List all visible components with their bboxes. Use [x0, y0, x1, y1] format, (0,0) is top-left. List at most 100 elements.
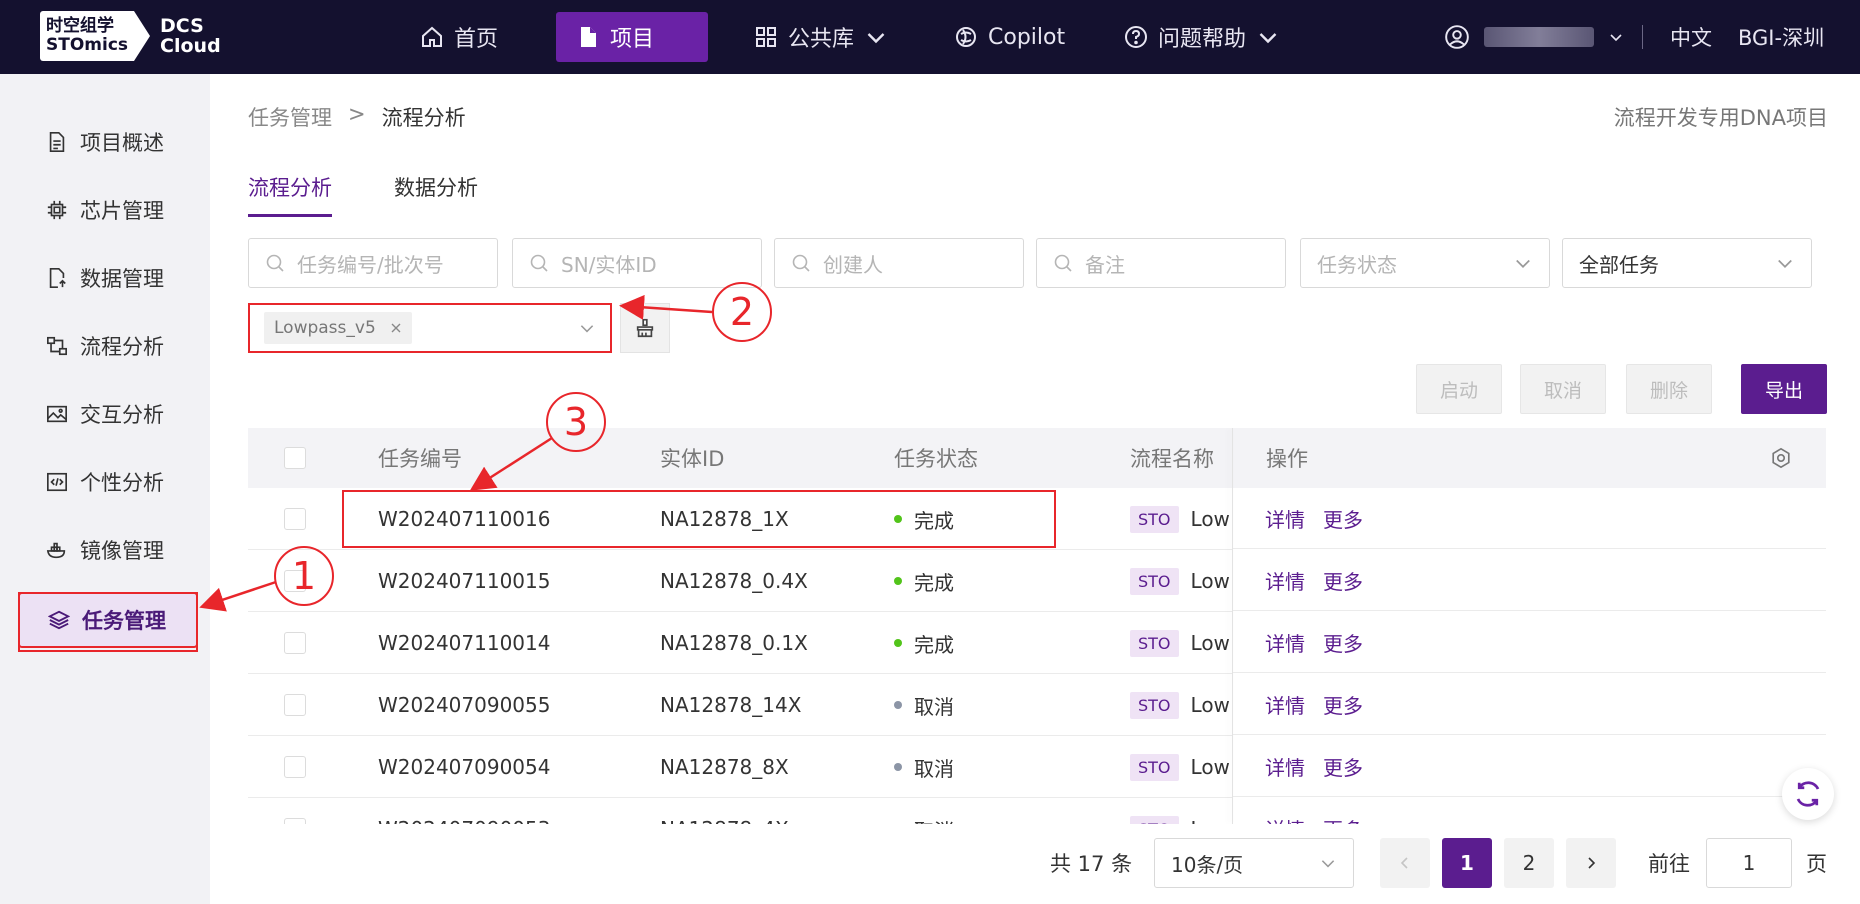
- nav-project[interactable]: 项目: [556, 12, 708, 62]
- more-link[interactable]: 更多: [1323, 628, 1363, 657]
- tab-pipeline-analysis[interactable]: 流程分析: [248, 172, 332, 217]
- file-icon: [581, 27, 596, 47]
- goto-page-input[interactable]: 1: [1706, 838, 1792, 888]
- more-link[interactable]: 更多: [1323, 566, 1363, 595]
- page-2-button[interactable]: 2: [1504, 838, 1554, 888]
- breadcrumb-parent[interactable]: 任务管理: [248, 102, 332, 132]
- task-id-cell: W202407110014: [378, 631, 551, 655]
- chevron-down-icon: [1778, 259, 1792, 268]
- detail-link[interactable]: 详情: [1265, 628, 1305, 657]
- detail-link[interactable]: 详情: [1265, 566, 1305, 595]
- page-unit: 页: [1806, 852, 1827, 876]
- detail-link[interactable]: 详情: [1265, 504, 1305, 533]
- row-checkbox[interactable]: [284, 798, 306, 824]
- sidebar-item-data[interactable]: 数据管理: [18, 250, 198, 306]
- settings-icon[interactable]: [1770, 447, 1792, 469]
- scope-value: 全部任务: [1579, 252, 1659, 277]
- user-menu[interactable]: [1444, 12, 1624, 62]
- creator-search-input[interactable]: 创建人: [774, 238, 1024, 288]
- page-size-value: 10条/页: [1171, 852, 1244, 877]
- cancel-button[interactable]: 取消: [1520, 364, 1606, 414]
- next-page-button[interactable]: [1566, 838, 1616, 888]
- nav-home-label: 首页: [454, 27, 499, 52]
- sidebar-item-images[interactable]: 镜像管理: [18, 522, 198, 578]
- task-id-cell: W202407110015: [378, 569, 551, 593]
- entity-id-cell: NA12878_4X: [660, 798, 789, 824]
- pipeline-source-tag: STO: [1130, 505, 1179, 533]
- status-select[interactable]: 任务状态: [1300, 238, 1550, 288]
- pipeline-tag-label: Lowpass_v5: [274, 318, 376, 338]
- detail-link[interactable]: 详情: [1265, 814, 1305, 825]
- more-link[interactable]: 更多: [1323, 504, 1363, 533]
- status-placeholder: 任务状态: [1317, 252, 1397, 277]
- task-id-search-input[interactable]: 任务编号/批次号: [248, 238, 498, 288]
- status-dot: [894, 577, 902, 585]
- clear-filters-button[interactable]: [620, 303, 670, 353]
- entity-id-cell: NA12878_14X: [660, 693, 802, 717]
- status-cell: 完成: [894, 612, 954, 674]
- sidebar-item-chips[interactable]: 芯片管理: [18, 182, 198, 238]
- note-search-input[interactable]: 备注: [1036, 238, 1286, 288]
- upload-file-icon: [49, 268, 66, 288]
- row-checkbox[interactable]: [284, 612, 306, 674]
- total-count: 共 17 条: [1050, 852, 1133, 876]
- logo-text-en: STOmics: [46, 35, 129, 55]
- nav-copilot[interactable]: Copilot: [934, 12, 1085, 62]
- sn-search-input[interactable]: SN/实体ID: [512, 238, 762, 288]
- sidebar-item-pipeline[interactable]: 流程分析: [18, 318, 198, 374]
- task-id-cell: W202407090054: [378, 755, 551, 779]
- close-icon[interactable]: [390, 322, 402, 334]
- broom-icon: [636, 318, 654, 338]
- chip-icon: [47, 200, 67, 220]
- pipeline-name: Low: [1190, 755, 1230, 779]
- sidebar-item-interactive[interactable]: 交互分析: [18, 386, 198, 442]
- task-table: 任务编号 实体ID 任务状态 流程名称 W202407110016 NA12878…: [248, 428, 1826, 824]
- sidebar-item-overview[interactable]: 项目概述: [18, 114, 198, 170]
- refresh-button[interactable]: [1782, 768, 1834, 820]
- delete-button[interactable]: 删除: [1626, 364, 1712, 414]
- detail-link[interactable]: 详情: [1265, 690, 1305, 719]
- nav-help[interactable]: 问题帮助: [1104, 12, 1300, 62]
- select-all-checkbox[interactable]: [284, 428, 306, 488]
- row-checkbox[interactable]: [284, 736, 306, 798]
- task-id-placeholder: 任务编号/批次号: [297, 252, 444, 277]
- nav-home[interactable]: 首页: [400, 12, 518, 62]
- page-1-button[interactable]: 1: [1442, 838, 1492, 888]
- pipeline-select[interactable]: Lowpass_v5: [248, 303, 612, 353]
- row-checkbox[interactable]: [284, 674, 306, 736]
- ops-cell: 详情更多: [1233, 488, 1826, 549]
- region-switch[interactable]: BGI-深圳: [1738, 12, 1824, 62]
- sidebar-item-label: 镜像管理: [80, 539, 164, 563]
- start-button[interactable]: 启动: [1416, 364, 1502, 414]
- export-button[interactable]: 导出: [1741, 364, 1827, 414]
- nav-library[interactable]: 公共库: [734, 12, 908, 62]
- annotation-circle-1: 1: [274, 546, 334, 606]
- user-name-redacted: [1484, 27, 1594, 47]
- ops-cell: 详情更多: [1233, 612, 1826, 673]
- scope-select[interactable]: 全部任务: [1562, 238, 1812, 288]
- pipeline-cell: STO Low: [1130, 550, 1230, 612]
- sidebar: 项目概述 芯片管理 数据管理 流程分析 交互分析 个性分析 镜像管理 任务管理: [0, 74, 210, 904]
- logo[interactable]: 时空组学 STOmics DCS Cloud: [40, 10, 221, 62]
- tab-data-analysis[interactable]: 数据分析: [394, 172, 478, 217]
- more-link[interactable]: 更多: [1323, 814, 1363, 825]
- chevron-down-icon: [867, 33, 885, 44]
- language-switch[interactable]: 中文: [1670, 12, 1712, 62]
- breadcrumb-current: 流程分析: [381, 106, 466, 130]
- status-cell: 完成: [894, 550, 954, 612]
- row-checkbox[interactable]: [284, 488, 306, 550]
- pipeline-cell: STO Low: [1130, 612, 1230, 674]
- more-link[interactable]: 更多: [1323, 752, 1363, 781]
- annotation-box-sidebar: [18, 592, 198, 652]
- breadcrumb: 任务管理 > 流程分析: [248, 102, 466, 132]
- task-id-cell: W202407090055: [378, 693, 551, 717]
- sidebar-item-label: 数据管理: [80, 267, 164, 291]
- page-size-select[interactable]: 10条/页: [1154, 838, 1354, 888]
- more-link[interactable]: 更多: [1323, 690, 1363, 719]
- sidebar-item-custom[interactable]: 个性分析: [18, 454, 198, 510]
- detail-link[interactable]: 详情: [1265, 752, 1305, 781]
- prev-page-button[interactable]: [1380, 838, 1430, 888]
- status-cell: 取消: [894, 736, 954, 798]
- ops-cell: 详情更多: [1233, 550, 1826, 611]
- entity-id-cell: NA12878_8X: [660, 755, 789, 779]
